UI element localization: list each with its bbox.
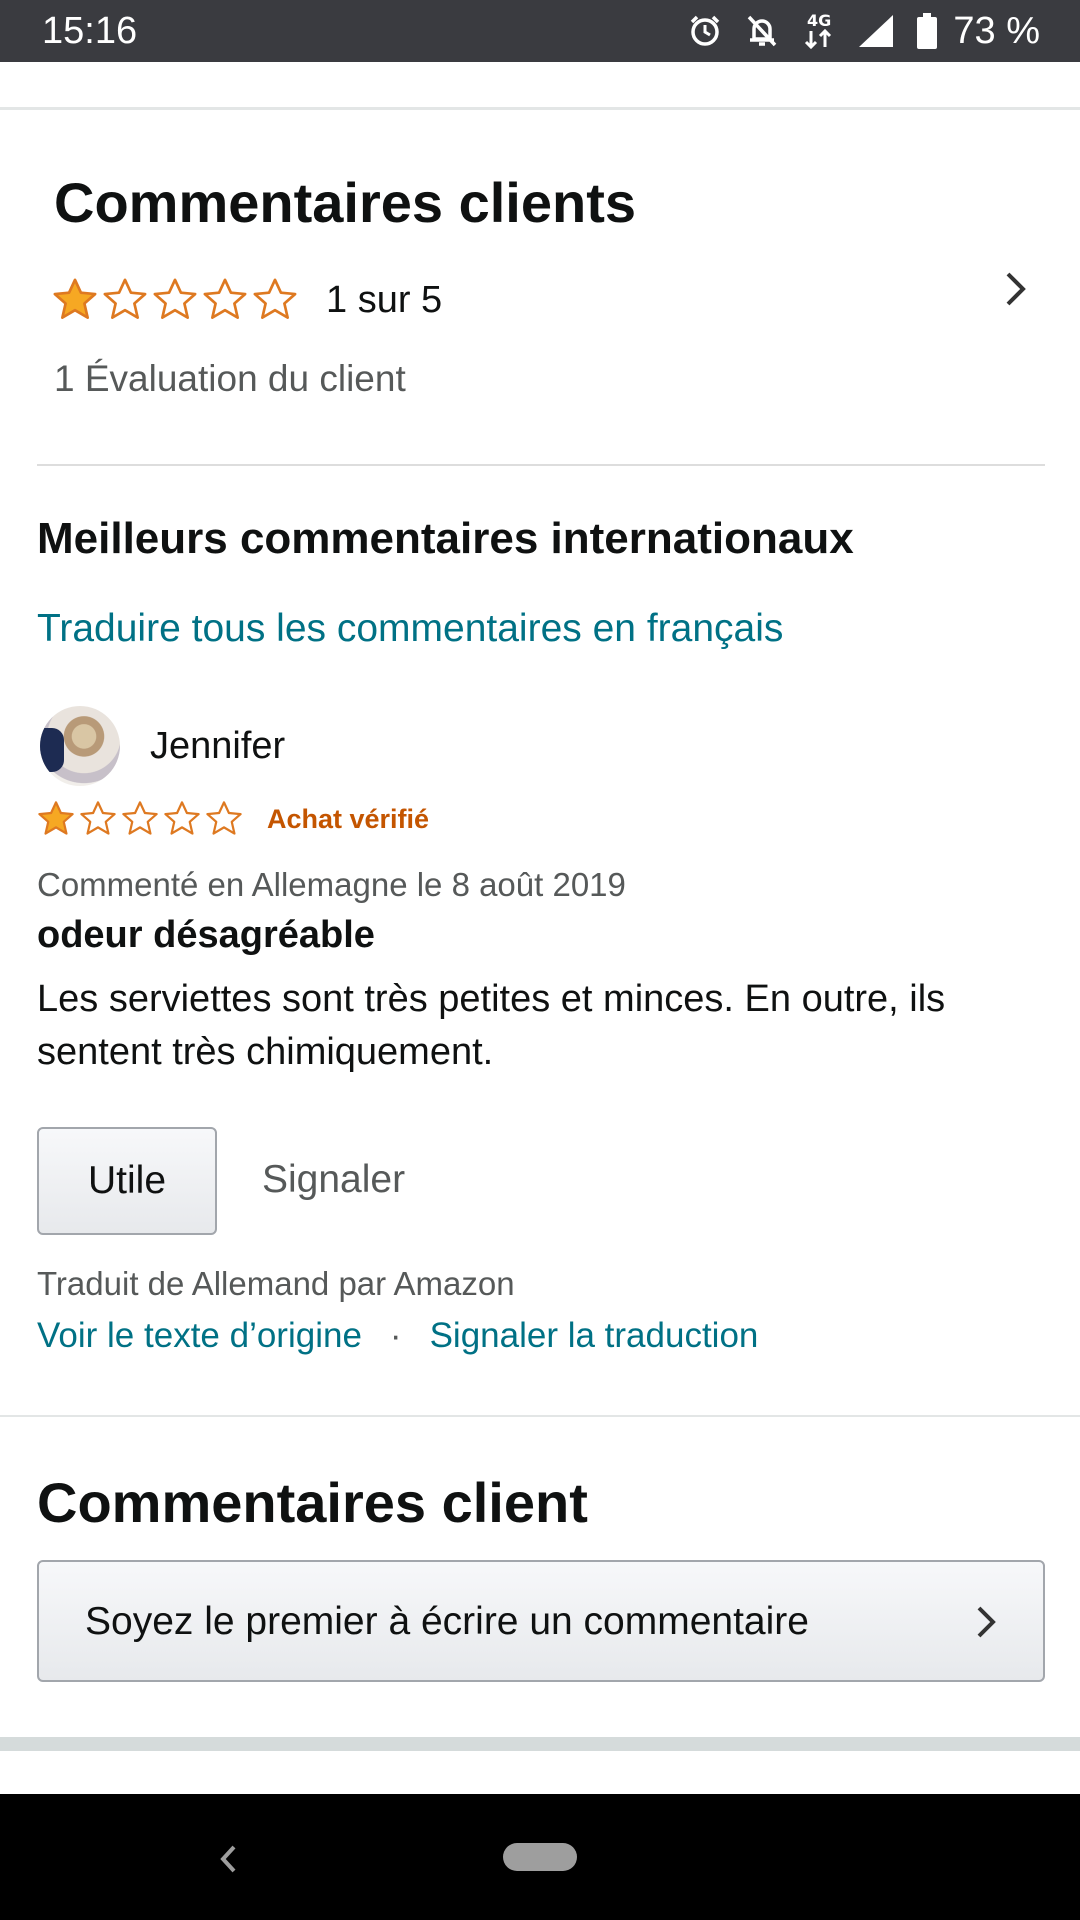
divider (37, 464, 1045, 466)
customer-reviews-title: Commentaires clients (54, 171, 636, 234)
chevron-right-icon[interactable] (1004, 270, 1028, 313)
star-filled-icon (38, 801, 74, 835)
reviewer-name: Jennifer (150, 725, 286, 767)
write-review-button[interactable]: Soyez le premier à écrire un commentaire (37, 1560, 1045, 1682)
star-filled-icon (53, 278, 97, 319)
review-rating: Achat vérifié (37, 800, 429, 838)
system-nav-bar (0, 1794, 1080, 1920)
translate-all-link[interactable]: Traduire tous les commentaires en frança… (37, 607, 783, 651)
status-icons: 4G 73 % (687, 8, 1040, 54)
status-bar: 15:16 4G 73 % (0, 0, 1080, 62)
alarm-icon (687, 13, 723, 49)
top-divider (0, 107, 1080, 110)
separator: · (389, 1316, 402, 1355)
signal-icon (857, 13, 895, 49)
svg-text:4G: 4G (807, 11, 831, 30)
review-title: odeur désagréable (37, 914, 375, 956)
back-icon[interactable] (218, 1844, 238, 1879)
translated-by-text: Traduit de Allemand par Amazon (37, 1265, 515, 1302)
star-empty-icon (103, 278, 147, 319)
review-stars (37, 800, 247, 838)
report-link[interactable]: Signaler (262, 1158, 405, 1202)
network-4g-icon: 4G (801, 11, 835, 51)
star-empty-icon (122, 801, 158, 835)
star-empty-icon (203, 278, 247, 319)
battery-icon (917, 13, 938, 49)
translation-links: Voir le texte d’origine · Signaler la tr… (37, 1316, 758, 1356)
star-empty-icon (253, 278, 297, 319)
report-translation-link[interactable]: Signaler la traduction (430, 1316, 759, 1356)
client-reviews-title: Commentaires client (37, 1471, 588, 1534)
star-empty-icon (164, 801, 200, 835)
ratings-count: 1 Évaluation du client (54, 358, 406, 399)
summary-stars (52, 277, 302, 323)
view-original-link[interactable]: Voir le texte d’origine (37, 1316, 362, 1356)
avatar (40, 706, 120, 786)
helpful-button[interactable]: Utile (37, 1127, 217, 1235)
top-international-reviews-title: Meilleurs commentaires internationaux (37, 514, 854, 563)
battery-percent: 73 % (953, 9, 1040, 52)
star-empty-icon (153, 278, 197, 319)
chevron-right-icon (975, 1604, 997, 1645)
review-meta: Commenté en Allemagne le 8 août 2019 (37, 866, 626, 903)
home-pill[interactable] (503, 1843, 577, 1871)
status-time: 15:16 (42, 10, 138, 52)
rating-text: 1 sur 5 (326, 278, 443, 321)
section-divider (0, 1415, 1080, 1417)
summary-rating[interactable]: 1 sur 5 (52, 270, 442, 330)
verified-purchase-badge: Achat vérifié (267, 803, 430, 834)
write-review-label: Soyez le premier à écrire un commentaire (85, 1600, 809, 1643)
star-empty-icon (80, 801, 116, 835)
star-empty-icon (206, 801, 242, 835)
bell-off-icon (745, 13, 779, 49)
review-body: Les serviettes sont très petites et minc… (37, 978, 946, 1073)
section-band (0, 1737, 1080, 1751)
